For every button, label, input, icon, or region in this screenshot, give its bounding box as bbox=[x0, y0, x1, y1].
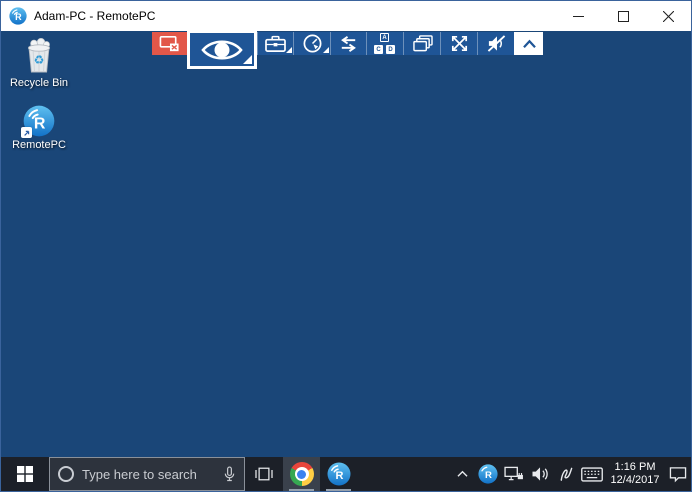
dropdown-corner-icon bbox=[243, 55, 252, 64]
performance-button[interactable] bbox=[293, 32, 330, 55]
title-bar: R Adam-PC - RemotePC bbox=[1, 1, 691, 31]
ctrl-alt-del-button[interactable]: A C D bbox=[366, 32, 403, 55]
hidden-icons-button[interactable] bbox=[449, 457, 475, 491]
remotepc-logo-icon[interactable]: R bbox=[9, 7, 27, 25]
mute-sound-button[interactable] bbox=[477, 32, 514, 55]
session-toolbar: A C D bbox=[152, 32, 543, 55]
window-title: Adam-PC - RemotePC bbox=[34, 9, 155, 23]
running-indicator bbox=[326, 489, 351, 491]
chevron-up-icon bbox=[521, 38, 538, 50]
desktop-icon-label: RemotePC bbox=[7, 139, 71, 151]
swap-screen-button[interactable] bbox=[330, 32, 366, 55]
speaker-icon bbox=[531, 466, 550, 482]
task-view-icon bbox=[254, 466, 274, 482]
swap-arrows-icon bbox=[337, 35, 360, 53]
taskbar-app-chrome[interactable] bbox=[283, 457, 320, 491]
desktop-icon-remotepc[interactable]: R RemotePC bbox=[7, 105, 71, 151]
remotepc-window: R Adam-PC - RemotePC bbox=[0, 0, 692, 492]
svg-text:R: R bbox=[335, 470, 343, 482]
running-indicator bbox=[289, 489, 314, 491]
network-icon bbox=[504, 466, 524, 482]
remotepc-app-icon: R bbox=[23, 105, 55, 137]
search-input[interactable] bbox=[82, 467, 215, 482]
clock-time: 1:16 PM bbox=[615, 461, 656, 474]
tray-network[interactable] bbox=[501, 457, 527, 491]
cortana-icon bbox=[58, 466, 74, 482]
clock-date: 12/4/2017 bbox=[611, 474, 660, 487]
svg-text:♻: ♻ bbox=[34, 53, 45, 67]
tray-clock[interactable]: 1:16 PM 12/4/2017 bbox=[605, 457, 665, 491]
taskbar-app-remotepc[interactable]: R bbox=[320, 457, 357, 491]
maximize-button[interactable] bbox=[601, 1, 646, 31]
disconnect-button[interactable] bbox=[152, 32, 187, 55]
system-tray: R bbox=[449, 457, 691, 491]
pen-icon bbox=[558, 466, 574, 483]
taskbar: R R bbox=[1, 457, 691, 491]
minimize-button[interactable] bbox=[556, 1, 601, 31]
tray-touch-keyboard[interactable] bbox=[579, 457, 605, 491]
speed-dial-icon bbox=[302, 33, 323, 54]
shortcut-keys-icon: A C D bbox=[374, 33, 396, 54]
close-button[interactable] bbox=[646, 1, 691, 31]
switch-window-button[interactable] bbox=[403, 32, 440, 55]
file-transfer-button[interactable] bbox=[257, 32, 293, 55]
windows-logo-icon bbox=[17, 466, 33, 482]
tray-windows-ink[interactable] bbox=[553, 457, 579, 491]
remotepc-icon: R bbox=[327, 462, 351, 486]
chrome-icon bbox=[290, 462, 314, 486]
recycle-bin-icon: ♻ bbox=[7, 37, 71, 75]
expand-arrows-icon bbox=[449, 33, 470, 54]
svg-text:R: R bbox=[15, 12, 22, 22]
dropdown-corner-icon bbox=[286, 47, 292, 53]
tray-remotepc[interactable]: R bbox=[475, 457, 501, 491]
notification-bubble-icon bbox=[669, 466, 687, 483]
briefcase-icon bbox=[264, 34, 287, 53]
taskbar-search[interactable] bbox=[49, 457, 245, 491]
microphone-icon[interactable] bbox=[223, 466, 236, 483]
desktop-icon-recycle-bin[interactable]: ♻ Recycle Bin bbox=[7, 37, 71, 89]
chevron-up-icon bbox=[456, 469, 469, 479]
svg-text:R: R bbox=[34, 115, 46, 132]
cascade-windows-icon bbox=[411, 34, 434, 53]
action-center-button[interactable] bbox=[665, 457, 691, 491]
remote-desktop-surface[interactable]: A C D bbox=[1, 31, 691, 457]
keyboard-icon bbox=[581, 467, 603, 482]
tray-volume[interactable] bbox=[527, 457, 553, 491]
task-view-button[interactable] bbox=[245, 457, 283, 491]
desktop-icon-label: Recycle Bin bbox=[7, 77, 71, 89]
dropdown-corner-icon bbox=[323, 47, 329, 53]
view-mode-button[interactable] bbox=[187, 31, 257, 69]
shortcut-arrow-icon bbox=[21, 127, 32, 138]
collapse-toolbar-button[interactable] bbox=[514, 32, 543, 55]
remotepc-icon: R bbox=[478, 464, 498, 484]
full-screen-button[interactable] bbox=[440, 32, 477, 55]
start-button[interactable] bbox=[1, 457, 49, 491]
eye-icon bbox=[200, 37, 244, 63]
view-mode-slot bbox=[187, 32, 257, 55]
svg-text:R: R bbox=[485, 470, 492, 481]
speaker-muted-icon bbox=[485, 34, 508, 53]
